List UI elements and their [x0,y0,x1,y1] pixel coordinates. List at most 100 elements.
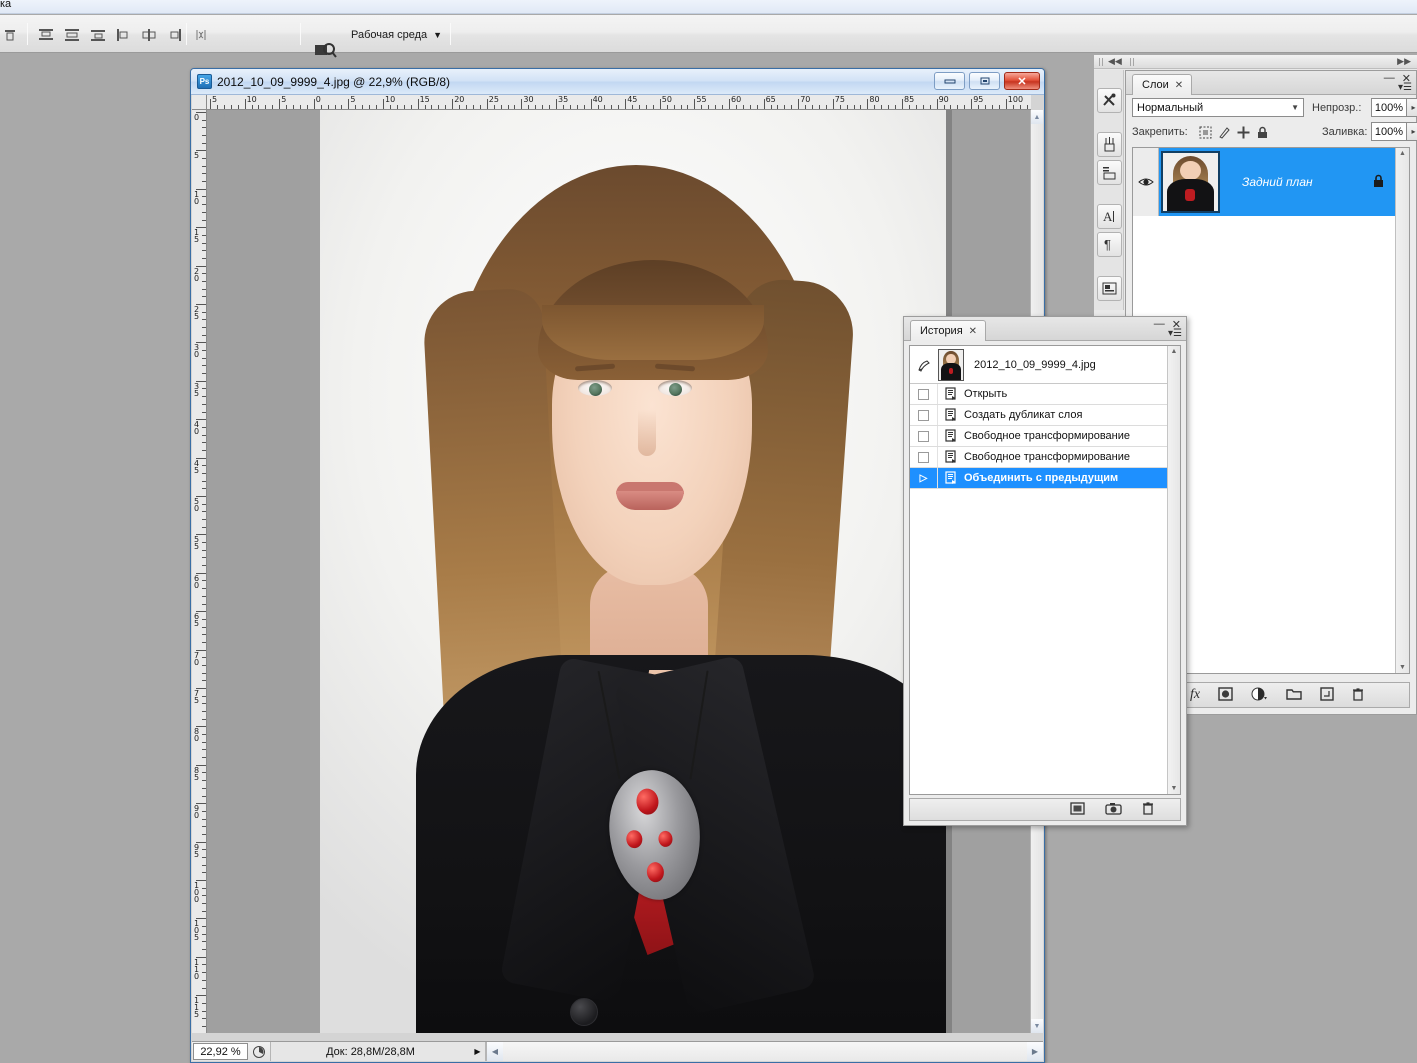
tab-history[interactable]: История ✕ [910,320,987,341]
blend-mode-select[interactable]: Нормальный ▼ [1132,98,1304,117]
new-group-icon[interactable] [1286,687,1302,703]
ruler-label: 35 [558,95,569,104]
document-size-info: Док: 28,8M/28,8M [270,1042,470,1061]
options-bar[interactable]: Рабочая среда ▼ [0,15,1417,58]
close-button[interactable]: ✕ [1004,72,1040,90]
dock-drag-handle[interactable]: ◀◀ ▶▶ [1094,55,1417,69]
zoom-level-field[interactable]: 22,92 % [193,1043,248,1060]
align-top-edges-icon[interactable] [0,25,20,45]
collapsed-panel-column[interactable]: A ¶ [1094,70,1124,310]
distribute-vertical-centers-icon[interactable] [62,25,82,45]
ruler-label: 100 [1007,95,1024,104]
history-snapshot-checkbox[interactable] [910,426,938,446]
character-panel-icon[interactable]: A [1097,204,1122,229]
panel-menu-icon[interactable]: ▾☰ [1168,328,1182,339]
history-snapshot-checkbox[interactable] [910,384,938,404]
new-snapshot-icon[interactable] [1105,802,1122,818]
lock-row[interactable]: Закрепить: Заливка: 100% ▸ [1126,122,1417,144]
history-snapshot-checkbox[interactable] [910,405,938,425]
expand-dock-icon[interactable]: ▶▶ [1397,56,1411,67]
fill-field[interactable]: 100% [1371,122,1407,141]
history-panel-footer[interactable] [909,798,1181,821]
canvas-horizontal-scrollbar[interactable]: ◀ ▶ [486,1042,1043,1061]
collapse-dock-icon[interactable]: ◀◀ [1108,56,1122,67]
close-icon[interactable]: ✕ [969,326,977,337]
history-panel-header[interactable]: История ✕ — ✕ ▾☰ [904,317,1186,341]
new-layer-icon[interactable] [1320,686,1334,704]
brush-preset-icon[interactable] [1097,132,1122,157]
window-controls[interactable]: ✕ [934,72,1040,90]
scroll-up-arrow[interactable]: ▲ [1031,110,1043,124]
adjustment-layer-icon[interactable] [1251,687,1268,704]
ruler-label: 35 [194,381,200,398]
status-expand-arrow[interactable]: ▶ [470,1042,486,1061]
lock-image-pixels-icon[interactable] [1216,124,1233,141]
fill-stepper[interactable]: ▸ [1407,122,1417,141]
delete-layer-icon[interactable] [1352,687,1364,704]
document-status-bar[interactable]: 22,92 % Док: 28,8M/28,8M ▶ ◀ ▶ [192,1041,1043,1061]
screen-mode-icon[interactable] [312,39,338,63]
panel-menu-icon[interactable]: ▾☰ [1398,82,1412,93]
ruler-label: 15 [419,95,430,104]
history-snapshot-checkbox[interactable] [910,447,938,467]
document-image[interactable] [320,110,946,1033]
distribute-right-edges-icon[interactable] [88,25,108,45]
opacity-field[interactable]: 100% [1371,98,1407,117]
menu-bar[interactable]: ка [0,0,1417,14]
history-list-scrollbar[interactable]: ▲ ▼ [1167,346,1180,794]
ruler-corner[interactable] [192,95,207,110]
actions-icon[interactable] [1097,160,1122,185]
close-icon[interactable]: ✕ [1175,80,1183,91]
align-left-edges-icon[interactable] [113,25,133,45]
scroll-left-arrow[interactable]: ◀ [487,1042,503,1061]
list-item[interactable]: ▷ Объединить с предыдущим [910,468,1180,489]
workspace-switcher-button[interactable]: Рабочая среда ▼ [345,24,448,45]
tab-layers[interactable]: Слои ✕ [1132,74,1193,95]
lock-position-icon[interactable] [1235,124,1252,141]
align-horizontal-centers-icon[interactable] [139,25,159,45]
layer-visibility-toggle[interactable] [1133,148,1159,216]
opacity-stepper[interactable]: ▸ [1407,98,1417,117]
history-snapshot-row[interactable]: 2012_10_09_9999_4.jpg [910,346,1180,384]
status-proxy-icon[interactable] [248,1042,270,1061]
restore-button[interactable] [969,72,1000,90]
minimize-icon[interactable]: — [1154,318,1165,331]
vertical-ruler[interactable]: 0 5 10 15 20 25 30 35 40 45 50 55 60 65 70 75 80 85 90 95 10… [192,110,207,1033]
layer-mask-icon[interactable] [1218,686,1233,704]
list-item[interactable]: Создать дубликат слоя [910,405,1180,426]
delete-state-icon[interactable] [1142,801,1154,818]
minimize-button[interactable] [934,72,965,90]
minimize-icon[interactable]: — [1384,72,1395,85]
layer-list-scrollbar[interactable]: ▲ ▼ [1395,148,1409,673]
distribute-left-edges-icon[interactable] [36,25,56,45]
list-item[interactable]: Свободное трансформирование [910,447,1180,468]
scroll-down-arrow[interactable]: ▼ [1031,1019,1043,1033]
history-snapshot-checkbox[interactable]: ▷ [910,468,938,488]
history-snapshot-thumbnail[interactable] [938,348,964,381]
ruler-major-tick [936,99,938,109]
layer-thumbnail[interactable] [1161,151,1220,213]
table-row[interactable]: Задний план [1133,148,1409,216]
new-document-from-state-icon[interactable] [1070,801,1085,818]
lock-transparent-pixels-icon[interactable] [1197,124,1214,141]
list-item[interactable]: Свободное трансформирование [910,426,1180,447]
layer-style-icon[interactable]: fx [1190,687,1200,703]
layers-panel-header[interactable]: Слои ✕ — ✕ ▾☰ [1126,71,1416,95]
document-title-bar[interactable]: Ps 2012_10_09_9999_4.jpg @ 22,9% (RGB/8)… [191,69,1044,95]
history-panel[interactable]: История ✕ — ✕ ▾☰ 2012_10_09_9999_4.jpg О… [903,316,1187,826]
iris-right [669,383,682,396]
layer-comps-icon[interactable] [1097,276,1122,301]
scroll-right-arrow[interactable]: ▶ [1027,1042,1043,1061]
auto-align-layers-icon[interactable] [192,25,212,45]
history-state-list[interactable]: 2012_10_09_9999_4.jpg Открыть Создать дуб… [909,345,1181,795]
lock-all-icon[interactable] [1254,124,1271,141]
ruler-major-tick [417,99,419,109]
layer-name-label[interactable]: Задний план [1242,175,1313,189]
align-right-edges-icon[interactable] [165,25,185,45]
list-item[interactable]: Открыть [910,384,1180,405]
paragraph-panel-icon[interactable]: ¶ [1097,232,1122,257]
horizontal-ruler[interactable]: 5 10 5 0 5 10 15 20 25 30 35 40 45 50 55 60 65 70 75 80 85 90… [207,95,1031,110]
history-brush-source-icon[interactable] [910,357,938,373]
tool-preset-picker-icon[interactable] [1097,88,1122,113]
blend-mode-row[interactable]: Нормальный ▼ Непрозр.: 100% ▸ [1126,96,1417,120]
